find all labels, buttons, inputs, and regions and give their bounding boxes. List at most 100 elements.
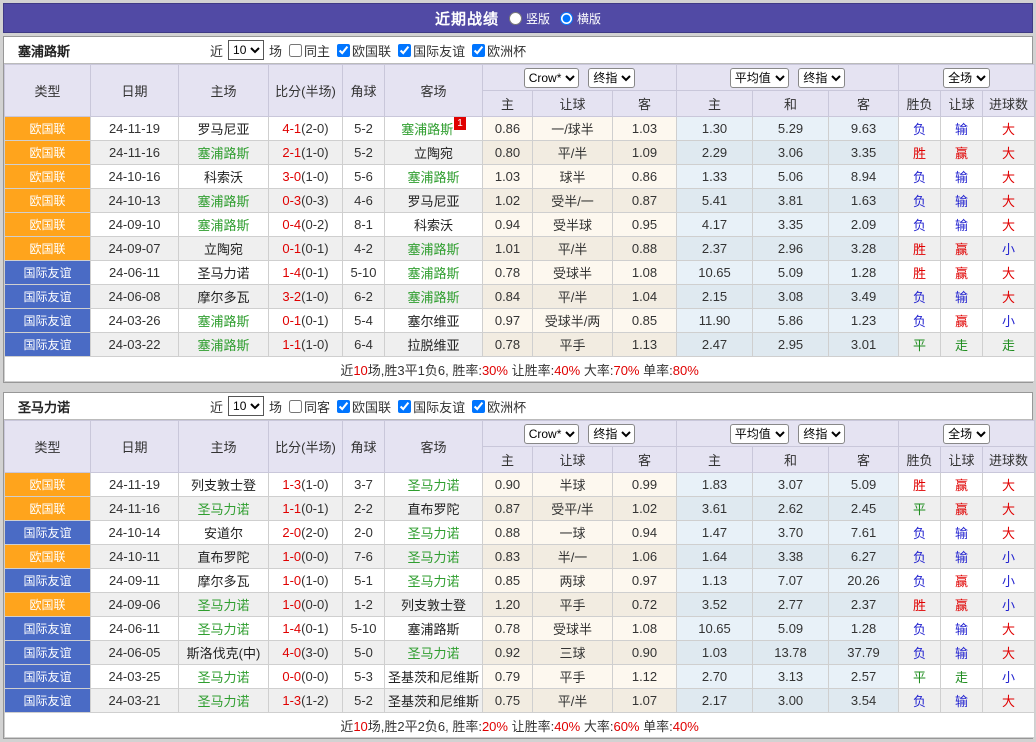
odds-away: 1.02: [611, 496, 678, 521]
result-handicap: 赢: [940, 496, 984, 521]
odds-stage-select-2[interactable]: 终指: [798, 423, 846, 444]
same-venue-filter[interactable]: 同客: [289, 397, 330, 416]
horizontal-radio[interactable]: [560, 11, 573, 25]
rank-badge: 1: [454, 117, 466, 130]
corner-score: 5-2: [342, 688, 385, 713]
odds-stage-select-2[interactable]: 终指: [798, 67, 846, 88]
away-team: 直布罗陀: [384, 496, 483, 521]
euro-cup-checkbox[interactable]: [472, 43, 486, 57]
away-team: 塞浦路斯 1: [384, 116, 483, 141]
result-outcome: 负: [898, 212, 942, 237]
layout-option-vertical[interactable]: 竖版: [508, 10, 550, 27]
col-date: 日期: [90, 420, 179, 473]
avg-draw: 2.95: [752, 332, 830, 357]
corner-score: 5-0: [342, 640, 385, 665]
same-venue-checkbox[interactable]: [289, 399, 303, 413]
group-average: 平均值 终指: [676, 420, 900, 447]
fulltime-select[interactable]: 全场: [943, 423, 991, 444]
away-team-name: 罗马尼亚: [407, 194, 460, 209]
league-filter-friendly[interactable]: 国际友谊: [398, 41, 465, 60]
home-team: 立陶宛: [178, 236, 269, 261]
match-date: 24-10-16: [90, 164, 179, 189]
away-team: 圣基茨和尼维斯: [384, 688, 483, 713]
avg-draw: 2.77: [752, 592, 830, 617]
friendly-checkbox[interactable]: [398, 399, 412, 413]
odds-stage-select-1[interactable]: 终指: [588, 423, 636, 444]
recent-count-select[interactable]: 10: [228, 40, 265, 60]
result-goals: 大: [982, 188, 1036, 213]
fulltime-score: 1-3: [282, 477, 302, 492]
result-handicap: 输: [940, 116, 984, 141]
summary-part: 80%: [672, 362, 699, 378]
away-team: 圣基茨和尼维斯: [384, 664, 483, 689]
league-filter-friendly[interactable]: 国际友谊: [398, 397, 465, 416]
bookmaker-select[interactable]: Crow*: [523, 423, 579, 444]
result-goals: 大: [982, 640, 1036, 665]
result-goals: 大: [982, 260, 1036, 285]
result-outcome: 负: [898, 544, 942, 569]
section-header: 圣马力诺 近 10 场 同客 欧国联 国际友谊 欧洲杯: [4, 393, 1032, 420]
score-cell: 1-4(0-1): [268, 616, 343, 641]
col-result-goals: 进球数: [982, 446, 1036, 473]
col-odds-handicap: 让球: [532, 90, 613, 117]
result-outcome: 负: [898, 688, 942, 713]
home-team: 列支敦士登: [178, 472, 269, 497]
bookmaker-select[interactable]: Crow*: [523, 67, 579, 88]
odds-away: 0.87: [611, 188, 678, 213]
average-select[interactable]: 平均值: [729, 423, 789, 444]
layout-option-horizontal[interactable]: 横版: [560, 10, 601, 27]
home-team: 摩尔多瓦: [178, 568, 269, 593]
corner-score: 5-6: [342, 164, 385, 189]
match-date: 24-09-07: [90, 236, 179, 261]
average-select[interactable]: 平均值: [729, 67, 789, 88]
match-row: 欧国联 24-10-13 塞浦路斯 0-3(0-3) 4-6 罗马尼亚 1.02 受半/一 0.…: [4, 188, 1036, 213]
avg-away: 1.28: [828, 616, 900, 641]
friendly-checkbox[interactable]: [398, 43, 412, 57]
odds-away: 1.09: [611, 140, 678, 165]
odds-handicap: 一/球半: [532, 116, 613, 141]
match-row: 欧国联 24-10-16 科索沃 3-0(1-0) 5-6 塞浦路斯 1.03 球半 0.86 1…: [4, 164, 1036, 189]
home-team: 科索沃: [178, 164, 269, 189]
corner-score: 4-6: [342, 188, 385, 213]
col-type: 类型: [4, 64, 91, 117]
vertical-radio[interactable]: [508, 11, 522, 25]
home-team: 圣马力诺: [178, 688, 269, 713]
odds-handicap: 平/半: [532, 688, 613, 713]
euro-nations-checkbox[interactable]: [337, 399, 351, 413]
home-team: 摩尔多瓦: [178, 284, 269, 309]
match-row: 欧国联 24-11-16 塞浦路斯 2-1(1-0) 5-2 立陶宛 0.80 平/半 1.09…: [4, 140, 1036, 165]
recent-count-select[interactable]: 10: [228, 396, 265, 416]
avg-away: 3.01: [828, 332, 900, 357]
summary-part: 近: [340, 718, 354, 734]
result-goals: 小: [982, 236, 1036, 261]
col-home: 主场: [178, 420, 269, 473]
avg-draw: 13.78: [752, 640, 830, 665]
away-team-name: 拉脱维亚: [407, 338, 460, 353]
away-team: 圣马力诺: [384, 640, 483, 665]
result-goals: 大: [982, 688, 1036, 713]
league-filter-euro-cup[interactable]: 欧洲杯: [472, 397, 526, 416]
odds-handicap: 平/半: [532, 236, 613, 261]
euro-nations-checkbox[interactable]: [337, 43, 351, 57]
result-goals: 大: [982, 520, 1036, 545]
summary-part: 10: [353, 718, 368, 734]
league-filter-euro-nations[interactable]: 欧国联: [337, 41, 391, 60]
corner-score: 7-6: [342, 544, 385, 569]
avg-home: 2.29: [676, 140, 754, 165]
same-venue-checkbox[interactable]: [289, 43, 303, 57]
league-filter-euro-cup[interactable]: 欧洲杯: [472, 41, 526, 60]
col-avg-draw: 和: [752, 90, 830, 117]
fulltime-select[interactable]: 全场: [943, 67, 991, 88]
league-badge: 国际友谊: [4, 688, 91, 713]
same-venue-filter[interactable]: 同主: [289, 41, 330, 60]
home-team: 安道尔: [178, 520, 269, 545]
euro-cup-checkbox[interactable]: [472, 399, 486, 413]
league-filter-euro-nations[interactable]: 欧国联: [337, 397, 391, 416]
match-date: 24-09-10: [90, 212, 179, 237]
avg-home: 2.70: [676, 664, 754, 689]
league-badge: 国际友谊: [4, 284, 91, 309]
corner-score: 5-2: [342, 140, 385, 165]
odds-stage-select-1[interactable]: 终指: [588, 67, 636, 88]
same-venue-label: 同客: [304, 399, 331, 415]
avg-draw: 7.07: [752, 568, 830, 593]
